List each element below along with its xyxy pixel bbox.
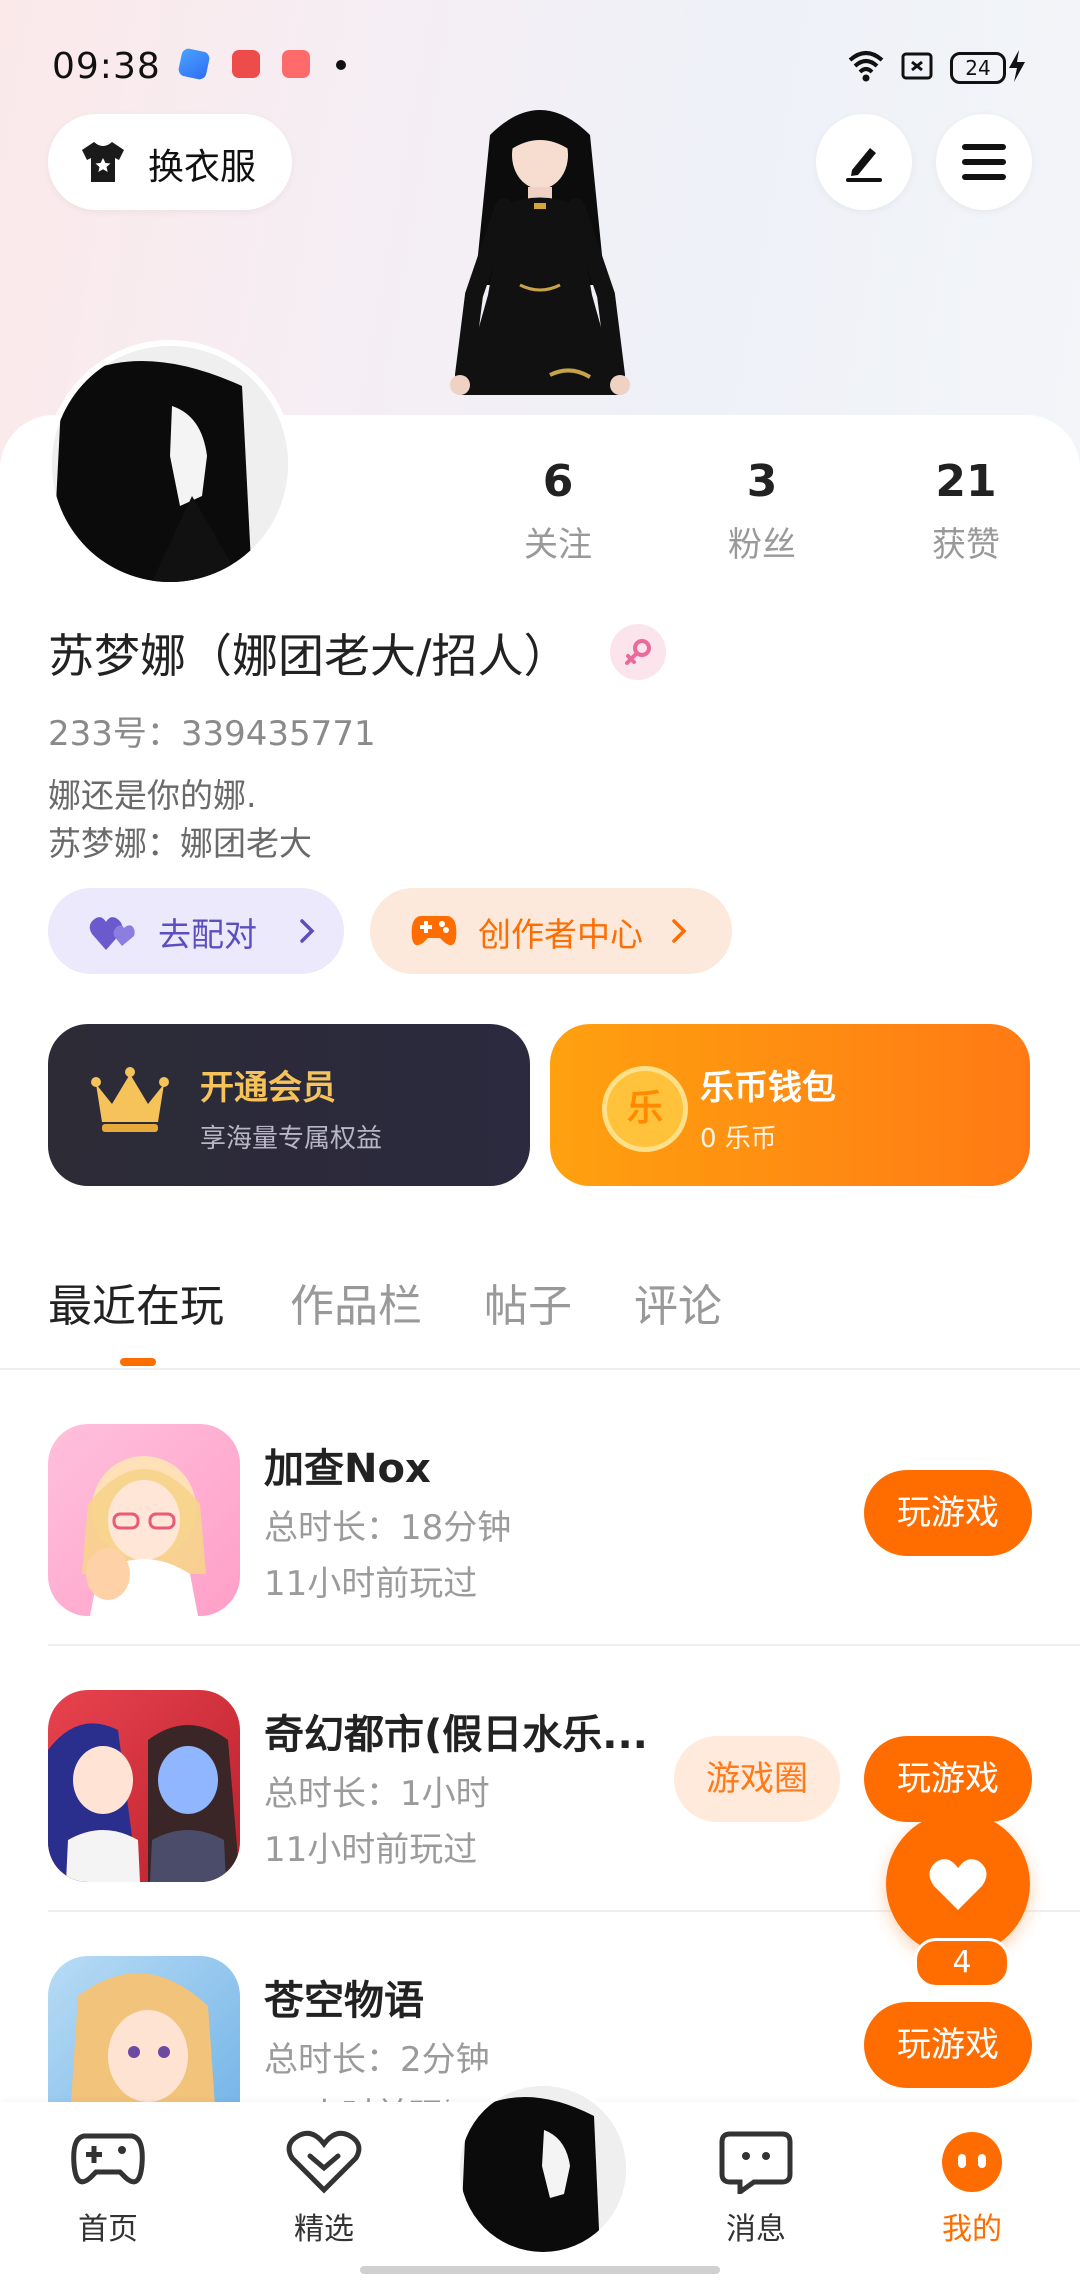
game-last-played: 11小时前玩过 (264, 1830, 478, 1870)
stat-fans-label: 粉丝 (728, 525, 796, 565)
game-title: 苍空物语 (264, 1978, 424, 2024)
user-id: 233号：339435771 (48, 714, 376, 754)
game-duration: 总时长：1小时 (264, 1774, 490, 1814)
avatar-image (52, 346, 288, 582)
vip-subtitle: 享海量专属权益 (200, 1124, 383, 1154)
heart-gem-nav-icon (286, 2130, 362, 2194)
nav-me-label: 我的 (942, 2212, 1002, 2247)
game-duration: 总时长：2分钟 (264, 2040, 490, 2080)
favorite-count-badge: 4 (914, 1938, 1010, 1988)
pen-icon (846, 148, 882, 182)
center-avatar-image (460, 2086, 626, 2252)
home-indicator (360, 2266, 720, 2274)
wallet-balance: 0 乐币 (700, 1124, 777, 1154)
status-time: 09:38 (52, 46, 161, 87)
game-icon-image (48, 1723, 240, 1882)
sim-off-icon (901, 52, 933, 80)
game-icon-image (82, 1456, 206, 1616)
nav-center-avatar[interactable] (456, 2082, 630, 2256)
game-list-item[interactable]: 加查Nox 总时长：18分钟 11小时前玩过 玩游戏 (0, 1380, 1080, 1646)
heart-icon (929, 1859, 987, 1910)
game-icon (48, 1956, 240, 2112)
battery-icon: 24 (950, 52, 1006, 84)
nav-home-label: 首页 (78, 2212, 138, 2247)
match-label: 去配对 (158, 915, 257, 954)
change-outfit-label: 换衣服 (148, 147, 257, 188)
creator-center-label: 创作者中心 (478, 915, 643, 954)
game-title: 奇幻都市(假日水乐... (264, 1712, 648, 1758)
nav-featured[interactable]: 精选 (254, 2130, 394, 2248)
wallet-title: 乐币钱包 (700, 1068, 836, 1108)
tab-comments[interactable]: 评论 (634, 1270, 722, 1334)
game-icon (48, 1690, 240, 1882)
notification-more-dot (336, 60, 346, 70)
coin-icon-char: 乐 (626, 1088, 663, 1129)
bio: 娜还是你的娜. 苏梦娜：娜团老大 (48, 772, 312, 868)
favorite-floating-button[interactable] (886, 1812, 1030, 1956)
face-nav-icon (942, 2132, 1002, 2192)
chevron-right-icon (672, 919, 687, 943)
stat-fans[interactable]: 3 粉丝 (662, 456, 862, 566)
stat-following[interactable]: 6 关注 (458, 456, 658, 566)
menu-button[interactable] (936, 114, 1032, 210)
coin-wallet-card[interactable]: 乐 乐币钱包 0 乐币 (550, 1024, 1030, 1186)
profile-avatar[interactable] (46, 340, 294, 588)
stat-following-label: 关注 (524, 525, 592, 565)
profile-tabs: 最近在玩 作品栏 帖子 评论 (0, 1260, 1080, 1370)
game-icon-image (70, 1973, 216, 2112)
bio-line: 苏梦娜：娜团老大 (48, 824, 312, 863)
nav-home[interactable]: 首页 (38, 2130, 178, 2248)
game-icon (48, 1424, 240, 1616)
game-duration: 总时长：18分钟 (264, 1508, 512, 1548)
tab-recent-played[interactable]: 最近在玩 (48, 1270, 224, 1334)
match-button[interactable]: 去配对 (48, 888, 344, 974)
character-avatar-3d[interactable] (420, 95, 660, 415)
notification-music-icon (282, 50, 310, 78)
nav-messages-label: 消息 (726, 2212, 786, 2247)
stat-following-value: 6 (542, 456, 574, 507)
vip-membership-card[interactable]: 开通会员 享海量专属权益 (48, 1024, 530, 1186)
charging-icon (1009, 50, 1025, 82)
wifi-icon (848, 51, 884, 82)
vip-title: 开通会员 (200, 1068, 336, 1108)
gamepad-icon (411, 916, 457, 946)
crown-icon (91, 1067, 169, 1132)
battery-level: 24 (965, 56, 991, 80)
play-game-button[interactable]: 玩游戏 (864, 1736, 1032, 1822)
edit-profile-button[interactable] (816, 114, 912, 210)
stat-likes-label: 获赞 (932, 525, 1000, 565)
nav-featured-label: 精选 (294, 2212, 354, 2247)
stat-likes-value: 21 (935, 456, 997, 507)
stat-fans-value: 3 (746, 456, 778, 507)
game-circle-button[interactable]: 游戏圈 (674, 1736, 840, 1822)
notification-video-icon (232, 50, 260, 78)
game-last-played: 11小时前玩过 (264, 1564, 478, 1604)
female-icon (625, 639, 651, 665)
tab-works[interactable]: 作品栏 (290, 1270, 422, 1334)
heart-pair-icon (89, 917, 135, 950)
gender-badge (610, 624, 666, 680)
game-title: 加查Nox (264, 1446, 431, 1492)
nav-me[interactable]: 我的 (902, 2130, 1042, 2248)
gamepad-nav-icon (71, 2133, 145, 2185)
creator-center-button[interactable]: 创作者中心 (370, 888, 732, 974)
change-outfit-button[interactable]: 换衣服 (48, 114, 292, 210)
nav-messages[interactable]: 消息 (686, 2130, 826, 2248)
tab-posts[interactable]: 帖子 (484, 1270, 572, 1334)
chat-bubble-nav-icon (719, 2131, 793, 2197)
coin-icon: 乐 (602, 1066, 688, 1152)
notification-app-icon (177, 47, 211, 81)
stat-likes[interactable]: 21 获赞 (866, 456, 1066, 566)
hamburger-menu-icon (962, 144, 1006, 180)
play-game-button[interactable]: 玩游戏 (864, 2002, 1032, 2088)
bio-line: 娜还是你的娜. (48, 776, 257, 815)
chevron-right-icon (300, 919, 315, 943)
profile-name: 苏梦娜（娜团老大/招人） (48, 629, 570, 683)
tshirt-icon (82, 142, 124, 182)
play-game-button[interactable]: 玩游戏 (864, 1470, 1032, 1556)
active-tab-indicator (120, 1358, 156, 1366)
